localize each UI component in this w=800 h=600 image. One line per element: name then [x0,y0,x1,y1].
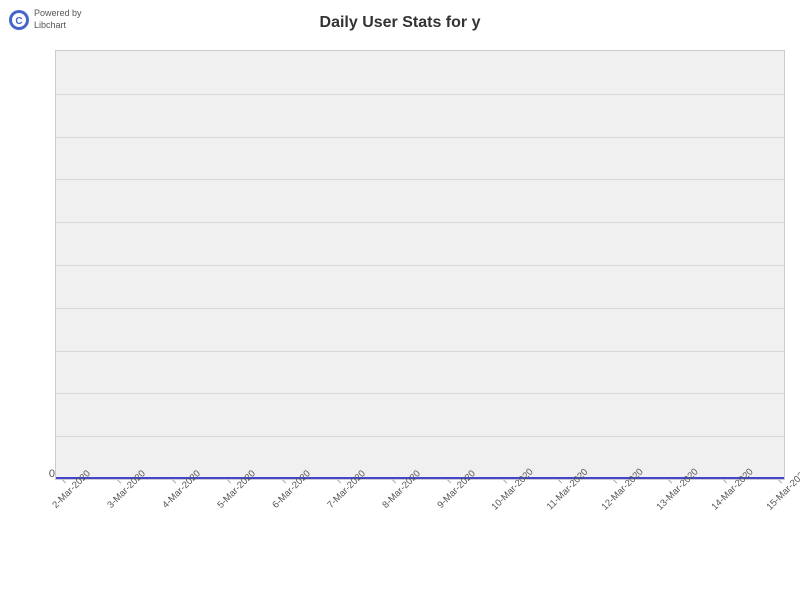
x-tick-mark [337,480,341,484]
x-tick-mark [777,480,781,484]
x-tick-mark [392,480,396,484]
x-tick-mark [557,480,561,484]
x-tick-mark [502,480,506,484]
gridline [56,265,784,266]
x-tick-mark [612,480,616,484]
x-tick-mark [227,480,231,484]
x-tick-mark [722,480,726,484]
x-tick-mark [447,480,451,484]
gridline [56,351,784,352]
x-axis: 2-Mar-20203-Mar-20204-Mar-20205-Mar-2020… [55,480,785,590]
chart-plot-area [55,50,785,480]
gridline [56,137,784,138]
x-tick-mark [62,480,66,484]
gridline [56,179,784,180]
gridline [56,222,784,223]
x-tick-mark [172,480,176,484]
chart-title: Daily User Stats for y [0,14,800,32]
gridline [56,436,784,437]
gridline [56,308,784,309]
gridline [56,393,784,394]
x-tick-mark [667,480,671,484]
x-tick-mark [282,480,286,484]
gridline [56,94,784,95]
chart-container: C Powered by Libchart Daily User Stats f… [0,0,800,600]
y-axis: 0 [35,50,55,480]
x-tick-mark [117,480,121,484]
